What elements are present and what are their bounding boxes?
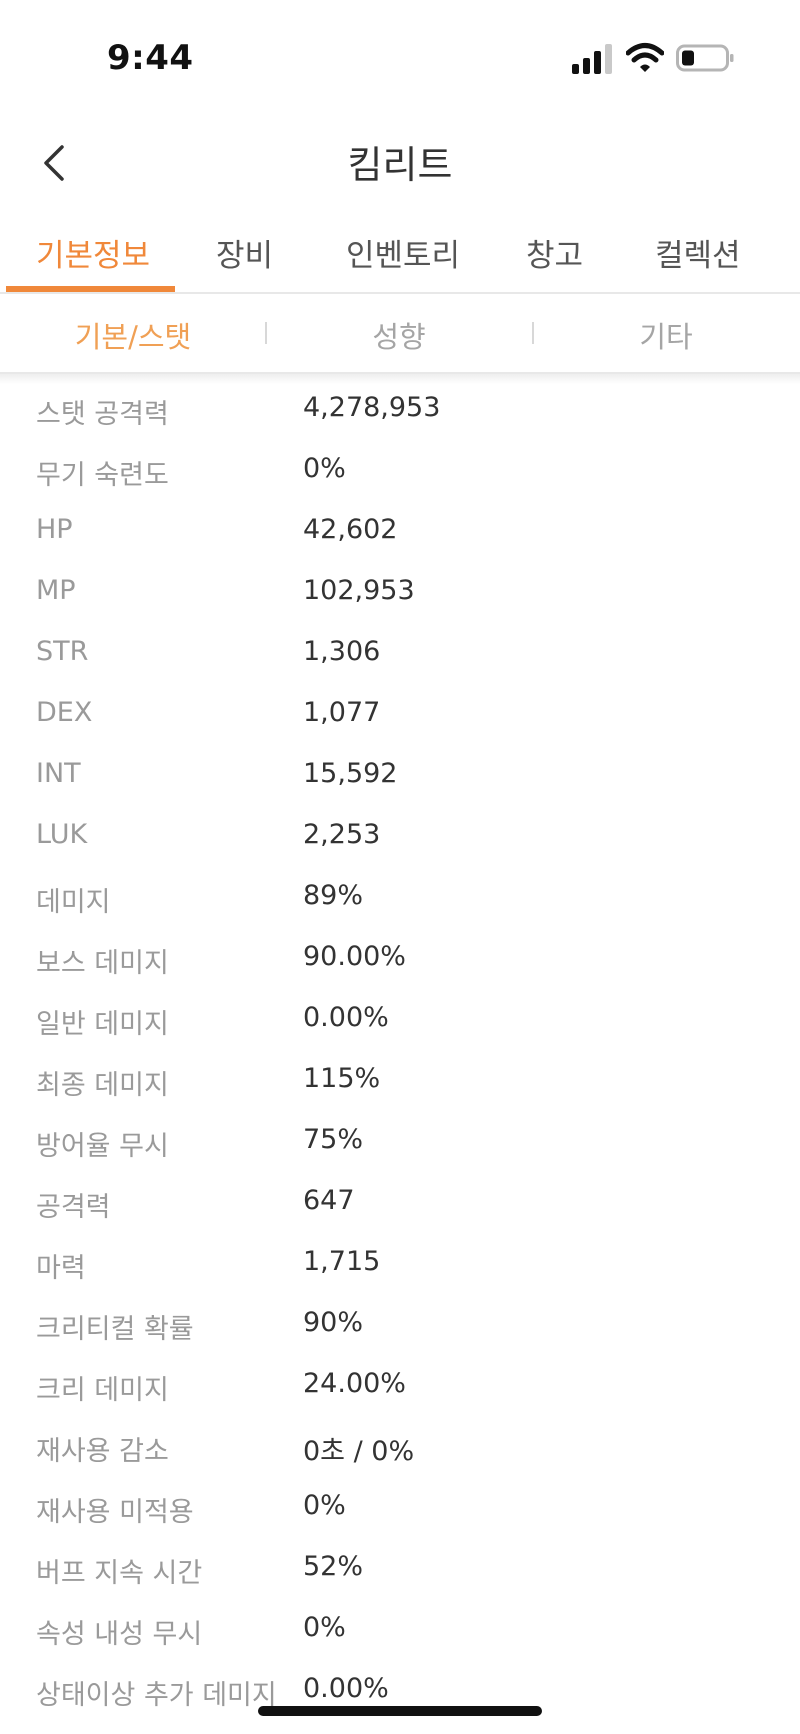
stat-row: 데미지 89% bbox=[0, 868, 800, 929]
stat-row: 무기 숙련도 0% bbox=[0, 441, 800, 502]
stat-label: DEX bbox=[36, 697, 93, 728]
subtab-tendency[interactable]: 성향 bbox=[266, 314, 532, 356]
page-title: 킴리트 bbox=[347, 143, 453, 187]
stat-label: LUK bbox=[36, 819, 88, 850]
stat-label: 최종 데미지 bbox=[36, 1070, 169, 1101]
stat-row: 마력 1,715 bbox=[0, 1234, 800, 1295]
stat-label: HP bbox=[36, 514, 73, 545]
stat-row: 재사용 미적용 0% bbox=[0, 1478, 800, 1539]
stat-row: 속성 내성 무시 0% bbox=[0, 1600, 800, 1661]
tab-collection[interactable]: 컬렉션 bbox=[655, 230, 741, 275]
stats-list: 스탯 공격력 4,278,953 무기 숙련도 0% HP 42,602 MP 102,953… bbox=[0, 380, 800, 1722]
stat-value: 0% bbox=[303, 453, 346, 484]
stat-row: LUK 2,253 bbox=[0, 807, 800, 868]
stat-label: 속성 내성 무시 bbox=[36, 1619, 203, 1650]
stat-label: 상태이상 추가 데미지 bbox=[36, 1680, 277, 1711]
tab-inventory[interactable]: 인벤토리 bbox=[346, 230, 460, 275]
stat-value: 0초 / 0% bbox=[303, 1436, 415, 1467]
stat-value: 1,077 bbox=[303, 697, 381, 728]
stat-row: 일반 데미지 0.00% bbox=[0, 990, 800, 1051]
stat-value: 52% bbox=[303, 1551, 364, 1582]
stat-value: 89% bbox=[303, 880, 364, 911]
stat-label: 방어율 무시 bbox=[36, 1131, 169, 1162]
status-time: 9:44 bbox=[107, 38, 194, 78]
stat-value: 90% bbox=[303, 1307, 364, 1338]
stat-row: HP 42,602 bbox=[0, 502, 800, 563]
main-tabs: 기본정보 장비 인벤토리 창고 컬렉션 bbox=[0, 210, 800, 294]
stat-value: 90.00% bbox=[303, 941, 406, 972]
stat-value: 1,715 bbox=[303, 1246, 381, 1277]
status-bar: 9:44 bbox=[0, 0, 800, 118]
stat-row: 재사용 감소 0초 / 0% bbox=[0, 1417, 800, 1478]
stat-row: 보스 데미지 90.00% bbox=[0, 929, 800, 990]
stat-value: 42,602 bbox=[303, 514, 398, 545]
stat-label: 재사용 감소 bbox=[36, 1436, 169, 1467]
stat-value: 115% bbox=[303, 1063, 381, 1094]
stat-label: INT bbox=[36, 758, 81, 789]
stat-row: 크리티컬 확률 90% bbox=[0, 1295, 800, 1356]
stat-value: 75% bbox=[303, 1124, 364, 1155]
stat-label: 공격력 bbox=[36, 1192, 111, 1223]
stat-row: 스탯 공격력 4,278,953 bbox=[0, 380, 800, 441]
stat-row: DEX 1,077 bbox=[0, 685, 800, 746]
home-indicator[interactable] bbox=[258, 1706, 542, 1716]
battery-icon bbox=[676, 44, 734, 72]
wifi-icon bbox=[626, 43, 664, 72]
stat-value: 0% bbox=[303, 1612, 346, 1643]
stat-value: 1,306 bbox=[303, 636, 381, 667]
stat-label: 무기 숙련도 bbox=[36, 460, 169, 491]
stat-row: MP 102,953 bbox=[0, 563, 800, 624]
tab-storage[interactable]: 창고 bbox=[526, 230, 583, 275]
subtab-etc[interactable]: 기타 bbox=[533, 314, 799, 356]
stat-value: 0.00% bbox=[303, 1673, 389, 1704]
stat-label: 보스 데미지 bbox=[36, 948, 169, 979]
stat-row: 최종 데미지 115% bbox=[0, 1051, 800, 1112]
stat-label: 크리티컬 확률 bbox=[36, 1314, 194, 1345]
stat-label: STR bbox=[36, 636, 89, 667]
stat-value: 102,953 bbox=[303, 575, 415, 606]
stat-row: 크리 데미지 24.00% bbox=[0, 1356, 800, 1417]
stat-label: 크리 데미지 bbox=[36, 1375, 169, 1406]
stat-value: 647 bbox=[303, 1185, 355, 1216]
stat-row: 버프 지속 시간 52% bbox=[0, 1539, 800, 1600]
stat-label: 마력 bbox=[36, 1253, 86, 1284]
subtab-basic-stat[interactable]: 기본/스탯 bbox=[0, 314, 266, 356]
stat-row: STR 1,306 bbox=[0, 624, 800, 685]
stat-label: 버프 지속 시간 bbox=[36, 1558, 203, 1589]
stat-label: 재사용 미적용 bbox=[36, 1497, 194, 1528]
tab-basic-info[interactable]: 기본정보 bbox=[36, 230, 150, 275]
signal-icon bbox=[572, 44, 612, 74]
stat-label: 데미지 bbox=[36, 887, 111, 918]
tab-equipment[interactable]: 장비 bbox=[216, 230, 273, 275]
stat-value: 24.00% bbox=[303, 1368, 406, 1399]
stat-label: MP bbox=[36, 575, 76, 606]
nav-bar: 킴리트 bbox=[0, 118, 800, 206]
stat-label: 일반 데미지 bbox=[36, 1009, 169, 1040]
stat-value: 4,278,953 bbox=[303, 392, 441, 423]
stat-value: 2,253 bbox=[303, 819, 381, 850]
stat-row: 방어율 무시 75% bbox=[0, 1112, 800, 1173]
stat-label: 스탯 공격력 bbox=[36, 399, 169, 430]
stat-row: INT 15,592 bbox=[0, 746, 800, 807]
stat-value: 15,592 bbox=[303, 758, 398, 789]
stat-value: 0% bbox=[303, 1490, 346, 1521]
sub-tabs: 기본/스탯 성향 기타 bbox=[0, 294, 800, 374]
stat-value: 0.00% bbox=[303, 1002, 389, 1033]
active-tab-indicator bbox=[6, 286, 175, 292]
stat-row: 공격력 647 bbox=[0, 1173, 800, 1234]
